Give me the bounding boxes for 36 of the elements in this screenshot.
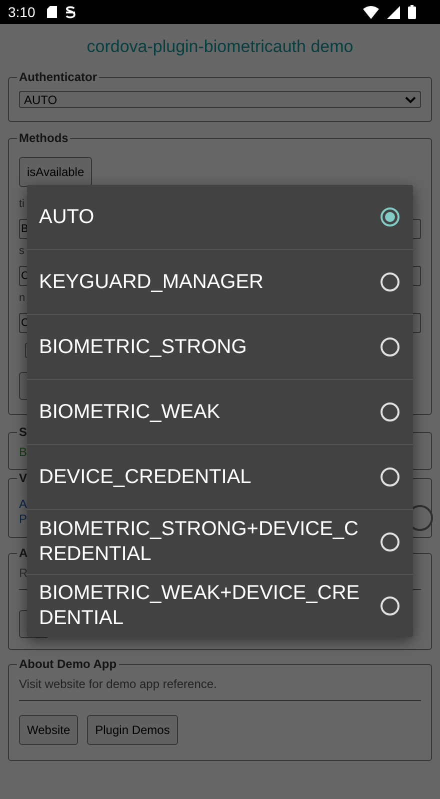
option-item[interactable]: DEVICE_CREDENTIAL <box>27 445 413 510</box>
group-legend: Authenticator <box>17 70 99 84</box>
sd-card-icon <box>47 6 58 18</box>
group-legend: S <box>17 425 30 439</box>
option-label: AUTO <box>39 204 96 230</box>
group-legend: V <box>17 471 30 485</box>
field-label: s <box>19 244 26 258</box>
group-legend: Methods <box>17 131 70 145</box>
wifi-icon <box>363 6 379 18</box>
option-item[interactable]: BIOMETRIC_STRONG <box>27 315 413 380</box>
field-label: n <box>19 291 26 305</box>
field-label: ti <box>19 197 26 211</box>
group-legend: About Demo App <box>17 657 119 671</box>
chevron-down-icon <box>405 96 416 104</box>
about-text: Visit website for demo app reference. <box>19 677 218 692</box>
option-label: DEVICE_CREDENTIAL <box>39 464 252 490</box>
clock: 3:10 <box>8 4 36 20</box>
option-item[interactable]: AUTO <box>27 185 413 250</box>
s-logo-icon <box>65 6 76 18</box>
option-label: BIOMETRIC_STRONG+DEVICE_CREDENTIAL <box>39 517 360 567</box>
option-item[interactable]: BIOMETRIC_WEAK+DEVICE_CREDENTIAL <box>27 575 413 637</box>
battery-icon <box>408 5 416 19</box>
group-legend: A <box>17 546 30 560</box>
signal-icon <box>387 6 400 18</box>
option-label: BIOMETRIC_STRONG <box>39 334 248 360</box>
option-item[interactable]: BIOMETRIC_WEAK <box>27 380 413 445</box>
section-text: B <box>19 445 28 460</box>
option-label: BIOMETRIC_WEAK <box>39 400 222 424</box>
page-title: cordova-plugin-biometricauth demo <box>86 36 354 58</box>
section-text: P <box>19 512 28 527</box>
option-label: BIOMETRIC_WEAK+DEVICE_CREDENTIAL <box>39 581 361 631</box>
section-text: A <box>19 497 28 512</box>
option-item[interactable]: KEYGUARD_MANAGER <box>27 250 413 315</box>
option-label: KEYGUARD_MANAGER <box>39 270 264 294</box>
option-item[interactable]: BIOMETRIC_STRONG+DEVICE_CREDENTIAL <box>27 510 413 575</box>
authenticator-select[interactable]: AUTO <box>19 91 421 108</box>
